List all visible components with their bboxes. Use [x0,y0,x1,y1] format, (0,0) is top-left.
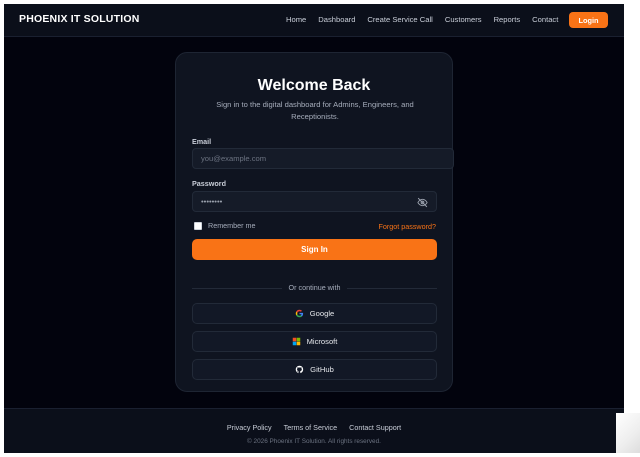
login-button[interactable]: Login [569,12,608,28]
google-icon [295,309,303,318]
footer: Privacy Policy Terms of Service Contact … [4,408,624,453]
microsoft-icon [292,337,300,346]
nav-link-contact[interactable]: Contact [532,15,558,24]
footer-link-contact-support[interactable]: Contact Support [349,423,401,432]
email-label: Email [192,137,212,146]
password-label: Password [192,179,226,188]
nav-link-home[interactable]: Home [286,15,306,24]
nav-links: Home Dashboard Create Service Call Custo… [286,15,570,24]
card-title: Welcome Back [257,77,371,94]
remember-label: Remember me [208,221,256,230]
card-subtitle: Sign in to the digital dashboard for Adm… [216,100,414,121]
page-curl [616,413,640,453]
nav-link-dashboard[interactable]: Dashboard [318,15,355,24]
remember-checkbox[interactable] [194,221,202,230]
sign-in-button[interactable]: Sign In [192,239,437,260]
github-button[interactable]: GitHub [192,359,437,380]
footer-link-privacy[interactable]: Privacy Policy [227,423,272,432]
page-edge [616,4,640,453]
nav-link-customers[interactable]: Customers [445,15,482,24]
or-divider: Or continue with [192,283,437,293]
microsoft-button[interactable]: Microsoft [192,331,437,352]
github-icon [295,365,304,374]
footer-link-terms[interactable]: Terms of Service [284,423,338,432]
microsoft-label: Microsoft [306,337,338,346]
google-button[interactable]: Google [192,303,437,324]
copyright-text: © 2026 Phoenix IT Solution. All rights r… [247,438,381,445]
divider-text: Or continue with [288,283,341,292]
github-label: GitHub [310,365,334,374]
login-card: Welcome Back Sign in to the digital dash… [175,52,454,392]
password-value: •••••••• [201,197,223,206]
password-input[interactable]: •••••••• [192,191,437,212]
brand-logo-text[interactable]: PHOENIX IT SOLUTION [19,13,139,25]
page: PHOENIX IT SOLUTION Home Dashboard Creat… [4,4,624,453]
top-navbar: PHOENIX IT SOLUTION Home Dashboard Creat… [4,4,624,37]
eye-off-icon[interactable] [417,197,428,208]
nav-link-reports[interactable]: Reports [494,15,521,24]
footer-links: Privacy Policy Terms of Service Contact … [4,423,624,432]
nav-link-create-service-call[interactable]: Create Service Call [367,15,432,24]
remember-me[interactable]: Remember me [194,221,256,230]
email-input[interactable]: you@example.com [192,148,454,169]
forgot-password-link[interactable]: Forgot password? [378,222,436,231]
google-label: Google [309,309,335,318]
email-placeholder: you@example.com [201,154,267,163]
